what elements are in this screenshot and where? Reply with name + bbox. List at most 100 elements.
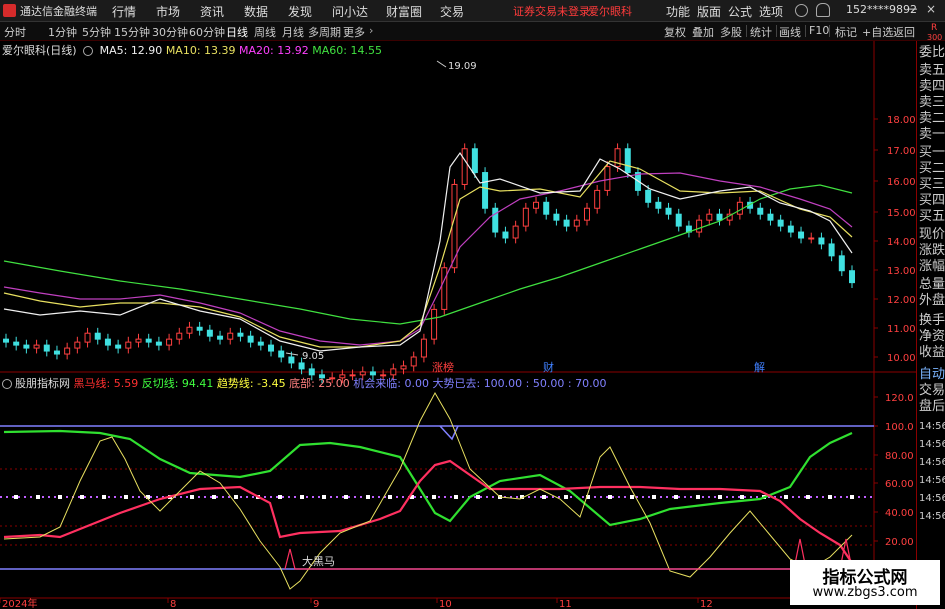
period-tab-multi[interactable]: 多周期 <box>308 24 341 40</box>
menu-item-market[interactable]: 市场 <box>156 3 180 20</box>
candle-body <box>482 172 489 209</box>
panel-item: 外盘 <box>919 293 945 308</box>
period-tab-monthly[interactable]: 月线 <box>282 24 304 40</box>
candle-body <box>135 338 142 343</box>
panel-item: 收益 <box>919 345 945 360</box>
candle-body <box>716 213 723 221</box>
more-chevron-icon[interactable]: › <box>369 24 373 37</box>
menu-item-trade[interactable]: 交易 <box>440 3 464 20</box>
low-pointer <box>285 352 299 356</box>
toolbar-divider <box>776 25 777 37</box>
midline-marker <box>740 495 744 499</box>
panel-tab-auto[interactable]: 自动 <box>919 367 945 382</box>
kline-chart[interactable]: 18.00 17.00 16.00 15.00 14.00 13.00 12.0… <box>0 41 916 609</box>
indicator-name[interactable]: 股朋指标网 <box>15 377 70 390</box>
menu-item-ask[interactable]: 问小达 <box>332 3 368 20</box>
trend-line <box>3 391 853 590</box>
panel-item: 涨幅 <box>919 259 945 274</box>
candle-body <box>64 347 71 355</box>
tag-unlock[interactable]: 解 <box>754 360 765 374</box>
minimize-icon[interactable]: − <box>908 2 918 16</box>
ind-tick: 120.0 <box>885 393 914 404</box>
tag-finance[interactable]: 财 <box>543 360 554 374</box>
statistics-button[interactable]: 统计 <box>750 24 772 40</box>
candle-body <box>420 338 427 358</box>
menu-item-quotes[interactable]: 行情 <box>112 3 136 20</box>
midline-marker <box>190 495 194 499</box>
midline-marker <box>124 495 128 499</box>
panel-item: 买二 <box>919 161 945 176</box>
stock-tab[interactable]: 爱尔眼科 <box>588 3 632 19</box>
midline-marker <box>344 495 348 499</box>
period-tab-60min[interactable]: 60分钟 <box>189 24 225 40</box>
menu-item-function[interactable]: 功能 <box>666 3 690 20</box>
trend-gone-label: 大势已去 <box>432 377 477 390</box>
reverse-cut-label: 反切线 <box>141 377 175 390</box>
menu-item-data[interactable]: 数据 <box>244 3 268 20</box>
candle-body <box>706 213 713 221</box>
adjust-button[interactable]: 复权 <box>664 24 686 40</box>
close-icon[interactable]: × <box>926 2 936 16</box>
candle-body <box>522 207 529 227</box>
midline-marker <box>564 495 568 499</box>
dark-horse-line <box>3 459 853 564</box>
candle-body <box>308 368 315 376</box>
period-toolbar: 分时 1分钟 5分钟 15分钟 30分钟 60分钟 日线 周线 月线 多周期 更… <box>0 22 945 41</box>
multi-stock-button[interactable]: 多股 <box>720 24 742 40</box>
candle-body <box>431 308 438 340</box>
candle-body <box>288 356 295 364</box>
panel-tab-trade[interactable]: 交易 <box>919 383 945 398</box>
menu-item-discover[interactable]: 发现 <box>288 3 312 20</box>
x-tick: 10 <box>439 599 452 609</box>
menu-item-options[interactable]: 选项 <box>759 3 783 20</box>
quote-side-panel: R 300 委比 卖五 卖四 卖三 卖二 卖一 买一 买二 买三 买四 买五 现… <box>916 23 945 609</box>
period-tab-1min[interactable]: 1分钟 <box>48 24 77 40</box>
midline-marker <box>476 495 480 499</box>
tag-ranking[interactable]: 榜 <box>443 360 454 374</box>
tag-limit-up[interactable]: 涨 <box>432 361 443 374</box>
period-tab-15min[interactable]: 15分钟 <box>114 24 150 40</box>
back-button[interactable]: 返回 <box>893 24 915 40</box>
candle-body <box>217 335 224 340</box>
candle-body <box>818 237 825 245</box>
message-icon[interactable] <box>795 4 808 17</box>
candle-body <box>573 219 580 227</box>
indicator-settings-icon[interactable] <box>2 379 12 389</box>
period-tab-timeshare[interactable]: 分时 <box>4 24 26 40</box>
period-tab-weekly[interactable]: 周线 <box>254 24 276 40</box>
menu-item-wealth[interactable]: 财富圈 <box>386 3 422 20</box>
menu-item-layout[interactable]: 版面 <box>697 3 721 20</box>
dark-horse-annotation: 大黑马 <box>302 554 335 568</box>
period-tab-more[interactable]: 更多 <box>343 24 365 40</box>
candle-body <box>787 225 794 233</box>
candle-body <box>808 237 815 240</box>
panel-item: 买一 <box>919 145 945 160</box>
period-tab-5min[interactable]: 5分钟 <box>82 24 111 40</box>
period-tab-daily[interactable]: 日线 <box>226 24 248 40</box>
notification-bell-icon[interactable] <box>816 3 830 17</box>
f10-button[interactable]: F10 <box>809 24 829 37</box>
panel-item: 买五 <box>919 209 945 224</box>
candle-body <box>278 350 285 358</box>
candle-body <box>186 326 193 334</box>
mark-button[interactable]: 标记 <box>835 24 857 40</box>
overlay-button[interactable]: 叠加 <box>692 24 714 40</box>
trade-time: 14:56 <box>919 511 945 522</box>
account-id[interactable]: 152****9892 <box>846 3 917 16</box>
trade-login-alert[interactable]: 证券交易未登录 <box>513 3 590 19</box>
add-watchlist-button[interactable]: +自选 <box>862 24 893 40</box>
candle-body <box>696 219 703 233</box>
x-tick: 9 <box>313 599 319 609</box>
period-tab-30min[interactable]: 30分钟 <box>152 24 188 40</box>
candle-body <box>84 332 91 343</box>
menu-item-formula[interactable]: 公式 <box>728 3 752 20</box>
menu-item-news[interactable]: 资讯 <box>200 3 224 20</box>
candle-body <box>645 189 652 203</box>
trade-time: 14:56 <box>919 421 945 432</box>
panel-corner-code: 300 <box>927 33 943 42</box>
panel-tab-after-hours[interactable]: 盘后 <box>919 399 945 414</box>
candle-body <box>53 350 60 355</box>
midline-marker <box>454 495 458 499</box>
draw-line-button[interactable]: 画线 <box>779 24 801 40</box>
midline-marker <box>828 495 832 499</box>
